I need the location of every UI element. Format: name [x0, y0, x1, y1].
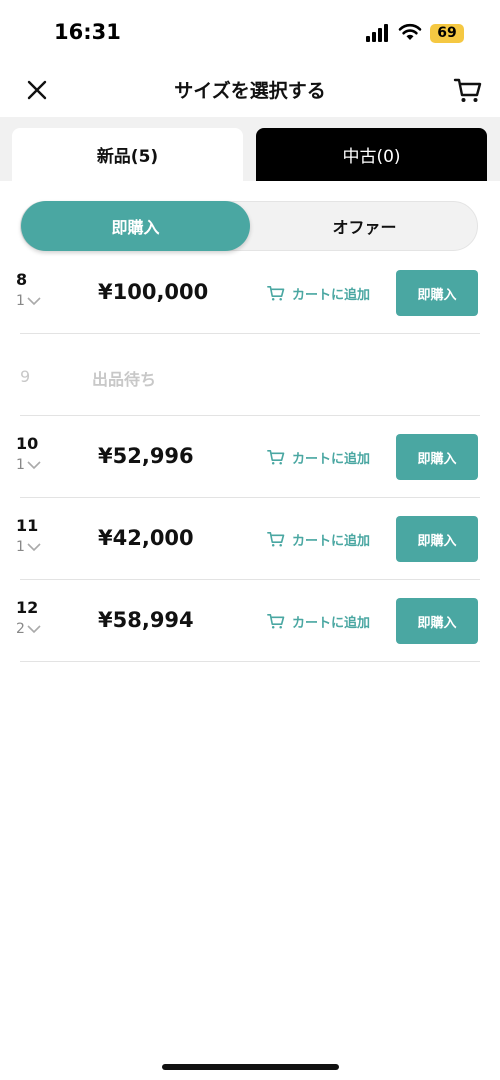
- size-label: 11: [16, 516, 39, 535]
- add-to-cart-label: カートに追加: [292, 615, 371, 631]
- cart-icon: [267, 531, 285, 547]
- add-to-cart-button[interactable]: カートに追加: [266, 283, 370, 303]
- purchase-type-toggle: 即購入 オファー: [20, 201, 478, 251]
- cart-icon[interactable]: [452, 74, 484, 106]
- signal-icon: [366, 24, 388, 42]
- quantity-select[interactable]: 1: [16, 539, 41, 555]
- buy-now-button[interactable]: 即購入: [396, 598, 478, 644]
- tab-used[interactable]: 中古(0): [256, 128, 487, 181]
- cart-icon: [267, 285, 285, 301]
- buy-now-button[interactable]: 即購入: [396, 270, 478, 316]
- quantity-value: 1: [16, 293, 25, 309]
- size-label: 8: [16, 270, 28, 289]
- status-bar: 16:31 69: [0, 0, 500, 60]
- size-row: 12 2 ¥58,994 カートに追加 即購入: [16, 580, 480, 662]
- page-title: サイズを選択する: [174, 80, 326, 102]
- price: ¥100,000: [98, 280, 209, 304]
- size-row: 8 1 ¥100,000 カートに追加 即購入: [16, 252, 480, 334]
- chevron-down-icon: [27, 625, 41, 634]
- chevron-down-icon: [27, 543, 41, 552]
- cart-icon: [267, 449, 285, 465]
- add-to-cart-label: カートに追加: [292, 287, 371, 303]
- add-to-cart-label: カートに追加: [292, 533, 371, 549]
- cart-icon: [267, 613, 285, 629]
- buy-now-button[interactable]: 即購入: [396, 516, 478, 562]
- price: ¥58,994: [98, 608, 194, 632]
- status-time: 16:31: [54, 20, 121, 44]
- size-label: 10: [16, 434, 39, 453]
- tab-new[interactable]: 新品(5): [12, 128, 243, 181]
- add-to-cart-button[interactable]: カートに追加: [266, 529, 370, 549]
- condition-tabs: 新品(5) 中古(0): [0, 117, 500, 181]
- quantity-value: 2: [16, 621, 25, 637]
- size-list: 8 1 ¥100,000 カートに追加 即購入 9 出品待ち 10 1 ¥52,…: [0, 252, 500, 662]
- size-label: 12: [16, 598, 39, 617]
- chevron-down-icon: [27, 297, 41, 306]
- quantity-select[interactable]: 1: [16, 457, 41, 473]
- quantity-value: 1: [16, 539, 25, 555]
- home-indicator: [162, 1064, 339, 1070]
- price: ¥52,996: [98, 444, 194, 468]
- buy-now-button[interactable]: 即購入: [396, 434, 478, 480]
- segment-buy-now[interactable]: 即購入: [21, 201, 250, 251]
- segment-offer[interactable]: オファー: [250, 202, 479, 250]
- chevron-down-icon: [27, 461, 41, 470]
- add-to-cart-button[interactable]: カートに追加: [266, 447, 370, 467]
- size-row: 11 1 ¥42,000 カートに追加 即購入: [16, 498, 480, 580]
- add-to-cart-label: カートに追加: [292, 451, 371, 467]
- quantity-select[interactable]: 1: [16, 293, 41, 309]
- price: ¥42,000: [98, 526, 194, 550]
- quantity-value: 1: [16, 457, 25, 473]
- quantity-select[interactable]: 2: [16, 621, 41, 637]
- add-to-cart-button[interactable]: カートに追加: [266, 611, 370, 631]
- wifi-icon: [398, 23, 422, 40]
- availability-status: 出品待ち: [92, 370, 157, 389]
- size-label: 9: [20, 367, 31, 386]
- nav-bar: サイズを選択する: [0, 62, 500, 116]
- size-row: 9 出品待ち: [20, 334, 480, 416]
- size-row: 10 1 ¥52,996 カートに追加 即購入: [16, 416, 480, 498]
- battery-indicator: 69: [430, 24, 464, 43]
